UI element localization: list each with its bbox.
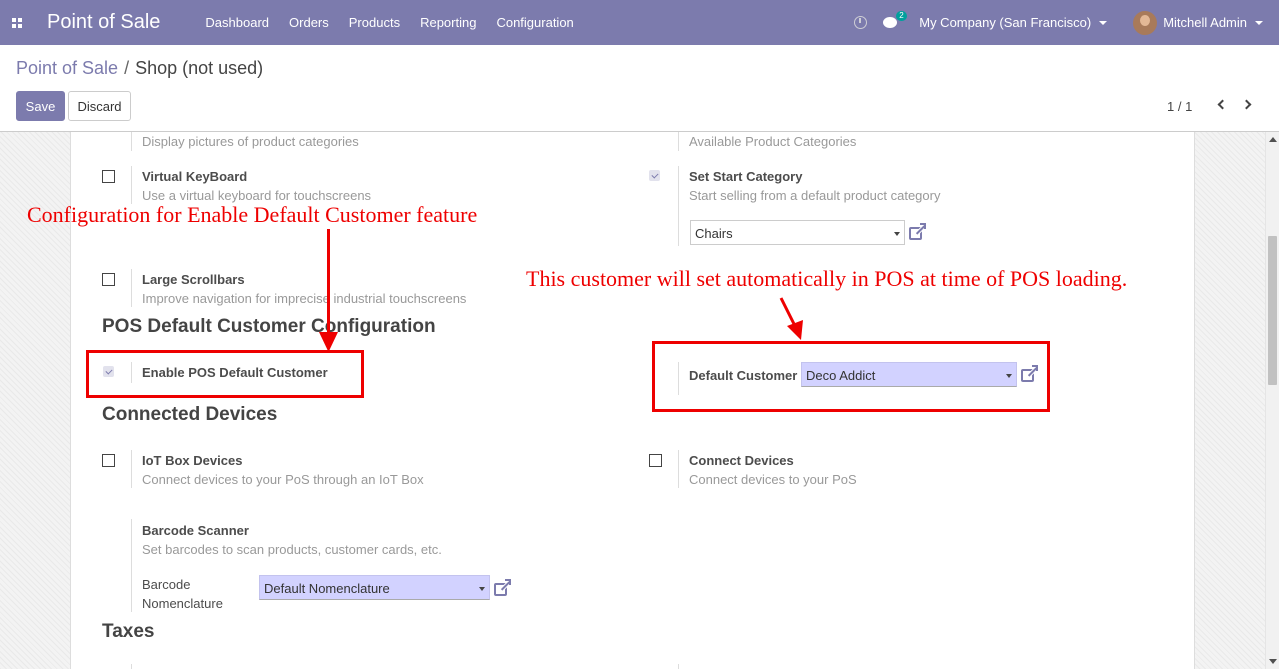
pager-next-button[interactable] <box>1241 98 1254 112</box>
menu-configuration[interactable]: Configuration <box>496 15 573 30</box>
company-switcher[interactable]: My Company (San Francisco) <box>919 15 1108 30</box>
annotation-arrow-left-head <box>319 332 338 352</box>
annotation-arrow-right <box>779 297 803 340</box>
categories-description: Display pictures of product categories <box>142 134 359 149</box>
setting-divider <box>131 269 132 307</box>
save-button[interactable]: Save <box>16 91 65 121</box>
setting-divider <box>131 664 132 669</box>
chevron-right-icon <box>1241 99 1252 110</box>
virtual-keyboard-title: Virtual KeyBoard <box>142 169 248 184</box>
chat-icon <box>883 17 898 28</box>
setting-divider <box>678 132 679 151</box>
user-menu[interactable]: Mitchell Admin <box>1133 10 1263 35</box>
messaging-button[interactable]: 2 <box>883 11 907 28</box>
activity-clock-icon[interactable] <box>854 16 868 29</box>
connect-devices-checkbox[interactable] <box>649 454 662 467</box>
available-categories-description: Available Product Categories <box>689 134 857 149</box>
pager-previous-button[interactable] <box>1216 98 1228 112</box>
annotation-left-text: Configuration for Enable Default Custome… <box>27 202 478 227</box>
start-category-title: Set Start Category <box>689 169 803 184</box>
external-link-icon[interactable] <box>908 223 926 241</box>
breadcrumb-parent[interactable]: Point of Sale <box>16 58 118 79</box>
apps-menu-icon[interactable] <box>0 0 34 45</box>
start-category-value: Chairs <box>695 226 733 241</box>
external-link-icon[interactable] <box>493 579 511 597</box>
annotation-box-enable <box>86 350 364 398</box>
menu-products[interactable]: Products <box>349 15 400 30</box>
menu-dashboard[interactable]: Dashboard <box>205 15 269 30</box>
company-name: My Company (San Francisco) <box>919 15 1092 30</box>
breadcrumb: Point of Sale / Shop (not used) <box>16 58 263 79</box>
start-category-description: Start selling from a default product cat… <box>689 188 941 203</box>
setting-divider <box>131 450 132 488</box>
barcode-nomenclature-label-line2: Nomenclature <box>142 596 223 611</box>
avatar <box>1133 10 1158 35</box>
top-navbar: Point of Sale Dashboard Orders Products … <box>0 0 1279 45</box>
barcode-nomenclature-select[interactable]: Default Nomenclature <box>259 575 490 600</box>
setting-divider <box>131 519 132 612</box>
caret-down-icon <box>894 232 900 236</box>
chat-count-badge: 2 <box>896 11 907 21</box>
caret-down-icon <box>1255 20 1263 25</box>
discard-button[interactable]: Discard <box>68 91 131 121</box>
iot-box-title: IoT Box Devices <box>142 453 243 468</box>
virtual-keyboard-checkbox[interactable] <box>102 170 115 183</box>
barcode-nomenclature-label-line1: Barcode <box>142 577 191 592</box>
start-category-checkbox[interactable] <box>649 170 660 181</box>
scroll-down-arrow-icon[interactable] <box>1269 659 1277 664</box>
annotation-right-text: This customer will set automatically in … <box>526 266 1128 291</box>
start-category-select[interactable]: Chairs <box>690 220 905 245</box>
setting-divider <box>678 664 679 669</box>
setting-divider <box>131 132 132 151</box>
breadcrumb-separator: / <box>124 58 130 78</box>
barcode-scanner-title: Barcode Scanner <box>142 523 249 538</box>
scrollbar-thumb[interactable] <box>1268 236 1277 385</box>
default-customer-section-title: POS Default Customer Configuration <box>102 316 436 337</box>
barcode-scanner-description: Set barcodes to scan products, customer … <box>142 542 442 557</box>
chevron-left-icon <box>1217 99 1228 110</box>
breadcrumb-current: Shop (not used) <box>135 58 264 78</box>
taxes-section-title: Taxes <box>102 621 155 642</box>
iot-box-checkbox[interactable] <box>102 454 115 467</box>
setting-divider <box>131 166 132 204</box>
menu-orders[interactable]: Orders <box>289 15 329 30</box>
connected-devices-section-title: Connected Devices <box>102 404 278 425</box>
barcode-nomenclature-value: Default Nomenclature <box>264 581 390 596</box>
caret-down-icon <box>479 587 485 591</box>
pager-value[interactable]: 1 / 1 <box>1167 99 1192 114</box>
caret-down-icon <box>1099 20 1108 25</box>
setting-divider <box>678 166 679 246</box>
annotation-box-customer <box>652 341 1050 412</box>
large-scrollbars-title: Large Scrollbars <box>142 272 245 287</box>
virtual-keyboard-description: Use a virtual keyboard for touchscreens <box>142 188 372 203</box>
connect-devices-title: Connect Devices <box>689 453 794 468</box>
scroll-up-arrow-icon[interactable] <box>1269 137 1277 142</box>
main-menu: Dashboard Orders Products Reporting Conf… <box>205 15 593 30</box>
user-name: Mitchell Admin <box>1163 15 1247 30</box>
connect-devices-description: Connect devices to your PoS <box>689 472 857 487</box>
setting-divider <box>678 450 679 488</box>
annotation-arrow-left-shaft <box>327 229 330 336</box>
page-scrollbar[interactable] <box>1265 132 1279 669</box>
large-scrollbars-description: Improve navigation for imprecise industr… <box>142 291 467 306</box>
app-name[interactable]: Point of Sale <box>47 11 160 34</box>
large-scrollbars-checkbox[interactable] <box>102 273 115 286</box>
iot-box-description: Connect devices to your PoS through an I… <box>142 472 424 487</box>
menu-reporting[interactable]: Reporting <box>420 15 476 30</box>
